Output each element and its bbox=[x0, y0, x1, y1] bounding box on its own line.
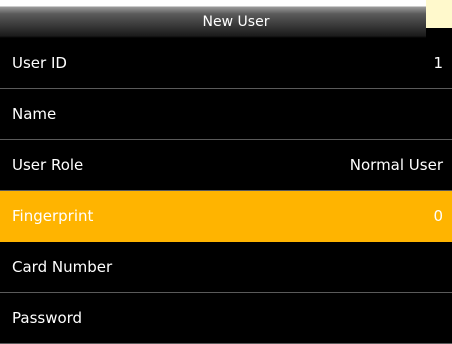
name-label: Name bbox=[12, 105, 57, 123]
menu-item-user-role[interactable]: User Role Normal User bbox=[0, 140, 452, 191]
password-label: Password bbox=[12, 309, 83, 327]
menu-item-password[interactable]: Password bbox=[0, 293, 452, 344]
user-id-label: User ID bbox=[12, 54, 67, 72]
menu-item-card-number[interactable]: Card Number bbox=[0, 242, 452, 293]
user-settings-menu: User ID 1 Name User Role Normal User Fin… bbox=[0, 38, 452, 344]
fingerprint-count: 0 bbox=[433, 207, 443, 225]
menu-item-fingerprint[interactable]: Fingerprint 0 bbox=[0, 191, 452, 242]
page-title: New User bbox=[202, 14, 270, 30]
title-bar: New User bbox=[0, 0, 426, 38]
user-role-label: User Role bbox=[12, 156, 84, 174]
user-role-value: Normal User bbox=[349, 156, 443, 174]
user-id-value: 1 bbox=[433, 54, 443, 72]
device-screen: New User User ID 1 Name User Role Normal… bbox=[0, 0, 452, 344]
menu-item-user-id[interactable]: User ID 1 bbox=[0, 38, 452, 89]
card-number-label: Card Number bbox=[12, 258, 113, 276]
menu-item-name[interactable]: Name bbox=[0, 89, 452, 140]
fingerprint-label: Fingerprint bbox=[12, 207, 94, 225]
